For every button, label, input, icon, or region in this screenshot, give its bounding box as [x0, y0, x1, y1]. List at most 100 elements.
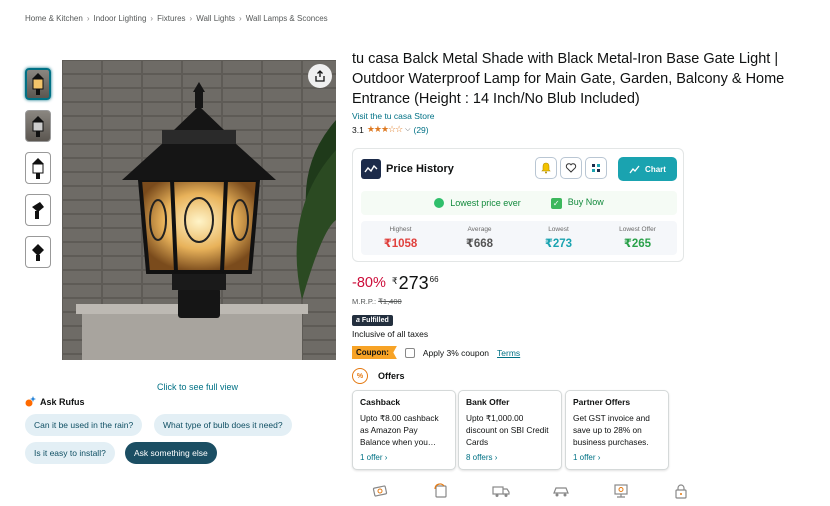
lamp-top-thumbnail-icon [32, 244, 44, 261]
rufus-question-chip[interactable]: What type of bulb does it need? [154, 414, 292, 436]
chevron-down-icon[interactable]: ⌵ [405, 126, 410, 134]
ask-rufus-title: Ask Rufus [40, 396, 85, 407]
bell-icon [541, 162, 551, 174]
coupon-row: Coupon: Apply 3% coupon Terms [352, 346, 520, 359]
rating-row: 3.1 ★★★☆☆ ⌵ (29) [352, 124, 429, 135]
lowest-price-ever-label: Lowest price ever [450, 197, 521, 208]
thumbnail-strip [25, 68, 51, 268]
buy-now-label: Buy Now [567, 197, 604, 208]
fulfilled-badge: a Fulfilled [352, 315, 393, 326]
price-stats: Highest ₹1058 Average ₹668 Lowest ₹273 L… [361, 221, 677, 255]
offer-percent-icon: % [352, 368, 368, 384]
price-alert-button[interactable] [535, 157, 557, 179]
thumbnail-image[interactable] [25, 152, 51, 184]
price-stat-highest: Highest ₹1058 [361, 221, 440, 255]
price-stat-lowest: Lowest ₹273 [519, 221, 598, 255]
breadcrumb-item[interactable]: Home & Kitchen [25, 14, 83, 23]
offers-header: % Offers [352, 368, 405, 384]
check-icon: ✓ [550, 197, 562, 209]
lamp-thumbnail-icon [32, 158, 44, 179]
rufus-question-chip[interactable]: Can it be used in the rain? [25, 414, 143, 436]
thumbnail-image[interactable] [25, 110, 51, 142]
offer-card-title: Partner Offers [573, 397, 631, 407]
buy-now-status: ✓ Buy Now [550, 197, 604, 209]
share-button[interactable] [308, 64, 332, 88]
thumbnail-image[interactable] [25, 236, 51, 268]
breadcrumb-separator: › [239, 14, 242, 23]
price-stat-lowest-offer: Lowest Offer ₹265 [598, 221, 677, 255]
price-whole: 273 [398, 273, 429, 293]
chart-button[interactable]: Chart [618, 157, 677, 181]
fulfilled-label: Fulfilled [361, 317, 389, 324]
rating-stars[interactable]: ★★★☆☆ [367, 124, 403, 135]
offer-card-link[interactable]: 1 offer › [360, 453, 387, 462]
click-to-see-full-view[interactable]: Click to see full view [157, 382, 238, 392]
apply-coupon-checkbox[interactable] [404, 347, 415, 358]
breadcrumb-item[interactable]: Wall Lamps & Sconces [246, 14, 328, 23]
offer-card-link[interactable]: 8 offers › [466, 453, 497, 462]
product-photo-lamp [62, 60, 336, 360]
secure-transaction-icon[interactable] [670, 482, 692, 500]
delivery-truck-icon[interactable] [490, 482, 512, 500]
thumbnail-image[interactable] [25, 194, 51, 226]
price-stat-label: Highest [389, 226, 412, 233]
price-fraction: 66 [429, 275, 439, 284]
price-row: -80% ₹ 273 66 [352, 272, 439, 294]
feature-icons-row [370, 482, 692, 500]
offer-card-description: Upto ₹1,000.00 discount on SBI Credit Ca… [466, 413, 549, 447]
price-status-bar: Lowest price ever ✓ Buy Now [361, 191, 677, 215]
breadcrumb-item[interactable]: Wall Lights [196, 14, 235, 23]
price-stat-label: Average [467, 226, 492, 233]
discount-percentage: -80% [352, 275, 386, 291]
offer-card-link[interactable]: 1 offer › [573, 453, 600, 462]
price-stat-label: Lowest Offer [619, 226, 656, 233]
green-dot-icon [434, 198, 445, 209]
price-history-widget: Price History Chart Lowest price ever ✓ B… [352, 148, 684, 262]
heart-icon [565, 163, 577, 173]
store-link[interactable]: Visit the tu casa Store [352, 111, 435, 121]
breadcrumb-item[interactable]: Indoor Lighting [93, 14, 146, 23]
offer-card-description: Upto ₹8.00 cashback as Amazon Pay Balanc… [360, 413, 439, 447]
price-stat-value: ₹265 [623, 238, 652, 250]
wishlist-button[interactable] [560, 157, 582, 179]
price-stat-average: Average ₹668 [440, 221, 519, 255]
lamp-thumbnail-icon [32, 73, 44, 95]
share-icon [315, 70, 325, 82]
apps-button[interactable] [585, 157, 607, 179]
rating-count[interactable]: (29) [413, 125, 428, 135]
main-product-image[interactable] [62, 60, 336, 360]
rufus-sparkle-icon [25, 396, 36, 407]
offer-card-cashback[interactable]: Cashback Upto ₹8.00 cashback as Amazon P… [352, 390, 456, 470]
offer-card-bank[interactable]: Bank Offer Upto ₹1,000.00 discount on SB… [458, 390, 562, 470]
ask-rufus-header: Ask Rufus [25, 396, 85, 407]
price-history-title: Price History [386, 163, 454, 175]
breadcrumb-item[interactable]: Fixtures [157, 14, 185, 23]
price-history-logo-icon [361, 159, 381, 179]
price-history-header: Price History [361, 159, 454, 179]
price-stat-value: ₹1058 [383, 238, 418, 250]
free-delivery-icon[interactable] [550, 482, 572, 500]
offer-card-title: Cashback [360, 397, 401, 407]
chart-button-label: Chart [645, 164, 666, 174]
currency-symbol: ₹ [391, 276, 398, 286]
cash-on-delivery-icon[interactable] [370, 482, 392, 500]
offer-card-partner[interactable]: Partner Offers Get GST invoice and save … [565, 390, 669, 470]
offers-title: Offers [378, 371, 405, 381]
offer-card-description: Get GST invoice and save up to 28% on bu… [573, 413, 650, 447]
product-title: tu casa Balck Metal Shade with Black Met… [352, 51, 785, 107]
lamp-thumbnail-icon [32, 116, 44, 137]
inclusive-taxes-text: Inclusive of all taxes [352, 329, 429, 339]
coupon-terms-link[interactable]: Terms [497, 348, 520, 358]
mrp-label: M.R.P.: [352, 297, 377, 306]
amazon-a-icon: a [356, 317, 360, 324]
breadcrumb: Home & Kitchen › Indoor Lighting › Fixtu… [25, 14, 328, 23]
thumbnail-image[interactable] [25, 68, 51, 100]
top-brand-icon[interactable] [610, 482, 632, 500]
rufus-question-chip[interactable]: Is it easy to install? [25, 442, 115, 464]
coupon-text[interactable]: Apply 3% coupon [423, 348, 489, 358]
ask-something-else-button[interactable]: Ask something else [125, 442, 217, 464]
line-chart-icon [629, 165, 640, 173]
mrp: M.R.P.: ₹1,400 [352, 297, 402, 306]
return-icon[interactable] [430, 482, 452, 500]
breadcrumb-separator: › [150, 14, 154, 23]
